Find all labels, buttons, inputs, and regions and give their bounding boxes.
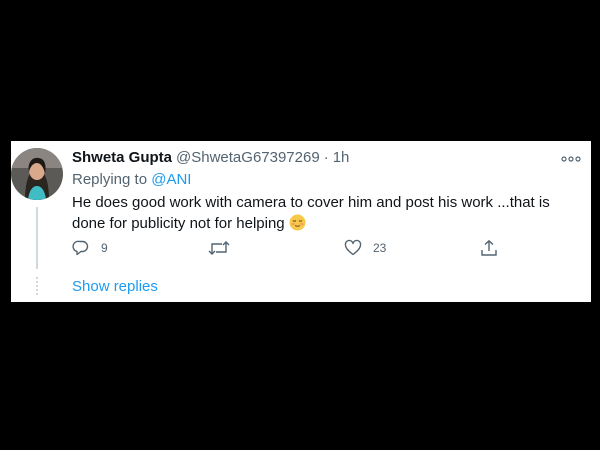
share-icon xyxy=(481,239,497,256)
tweet-timestamp[interactable]: 1h xyxy=(333,149,350,166)
show-replies-link[interactable]: Show replies xyxy=(72,277,158,297)
retweet-button[interactable] xyxy=(208,237,241,259)
relieved-face-icon xyxy=(289,214,306,231)
like-count: 23 xyxy=(373,241,387,255)
tweet-text-block: He does good work with camera to cover h… xyxy=(72,192,572,234)
replying-to-label: Replying to xyxy=(72,171,148,188)
replying-to: Replying to @ANI xyxy=(72,170,191,190)
display-name[interactable]: Shweta Gupta xyxy=(72,149,172,166)
tweet-card[interactable]: Shweta Gupta @ShwetaG67397269 · 1h Replying… xyxy=(11,141,591,302)
thread-continuation-dots xyxy=(36,277,38,297)
tweet-actions: 9 23 xyxy=(72,237,512,259)
share-button[interactable] xyxy=(480,237,509,259)
header-separator: · xyxy=(323,149,329,166)
retweet-icon xyxy=(208,241,230,255)
reply-count: 9 xyxy=(101,241,108,255)
reply-button[interactable]: 9 xyxy=(72,237,108,259)
user-handle[interactable]: @ShwetaG67397269 xyxy=(176,149,320,166)
like-button[interactable]: 23 xyxy=(344,237,386,259)
replying-to-handle[interactable]: @ANI xyxy=(151,171,191,188)
tweet-header: Shweta Gupta @ShwetaG67397269 · 1h xyxy=(72,148,349,168)
heart-icon xyxy=(344,239,362,256)
avatar-image xyxy=(11,148,63,200)
thread-line xyxy=(36,207,38,269)
tweet-text: He does good work with camera to cover h… xyxy=(72,194,550,232)
reply-icon xyxy=(72,240,89,256)
avatar[interactable] xyxy=(11,148,63,200)
more-options-icon[interactable] xyxy=(561,151,581,162)
